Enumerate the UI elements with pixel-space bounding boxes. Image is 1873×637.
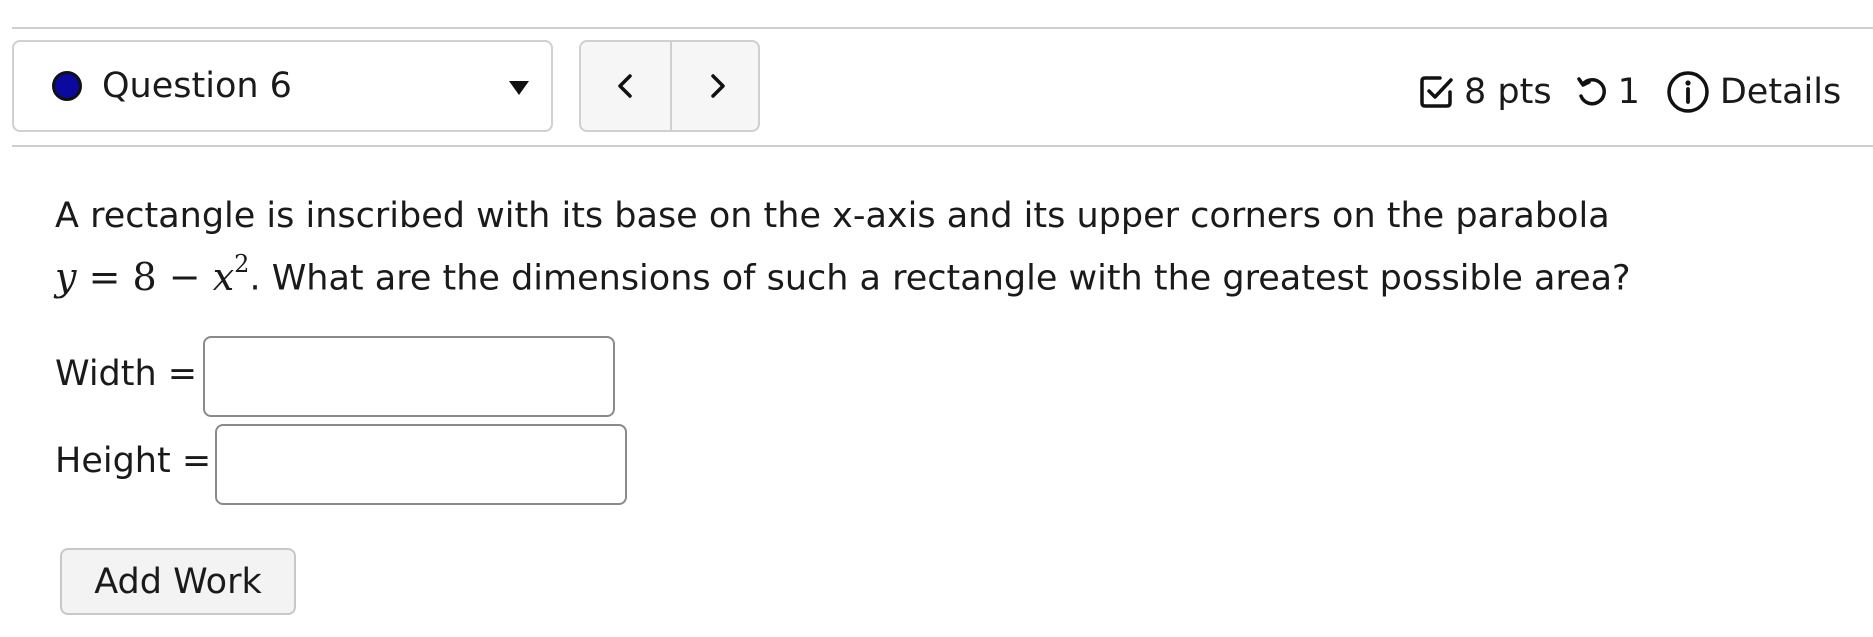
equation-exponent: 2 <box>234 250 250 278</box>
height-input[interactable] <box>215 424 627 505</box>
top-divider <box>12 27 1873 29</box>
prompt-line-1: A rectangle is inscribed with its base o… <box>55 196 1610 236</box>
question-selector[interactable]: Question 6 <box>12 40 553 132</box>
add-work-button[interactable]: Add Work <box>60 548 296 615</box>
details-link[interactable]: Details <box>1666 70 1841 114</box>
prompt-line-2-text: . What are the dimensions of such a rect… <box>249 258 1631 299</box>
header-divider <box>12 145 1873 147</box>
question-selector-label: Question 6 <box>102 66 292 106</box>
question-nav-buttons <box>579 40 760 132</box>
question-prompt: A rectangle is inscribed with its base o… <box>55 190 1815 305</box>
points-value: 8 pts <box>1464 72 1552 112</box>
prompt-line-2: y = 8 − x2. What are the dimensions of s… <box>55 242 1815 305</box>
width-input[interactable] <box>203 336 615 417</box>
width-label: Width = <box>55 354 198 394</box>
details-label: Details <box>1719 72 1842 112</box>
equation-equals: = <box>88 254 121 299</box>
chevron-right-icon <box>710 74 725 98</box>
question-status-dot <box>52 71 82 101</box>
caret-down-icon <box>509 81 529 95</box>
retry-icon <box>1574 74 1610 110</box>
info-icon <box>1666 70 1710 114</box>
attempts-value: 1 <box>1617 72 1640 112</box>
equation-constant: 8 <box>132 254 157 299</box>
question-meta: 8 pts 1 Details <box>1418 64 1841 120</box>
equation-lhs: y <box>55 254 77 299</box>
equation-variable: x <box>212 254 235 299</box>
checkbox-icon <box>1418 74 1454 110</box>
next-question-button[interactable] <box>672 42 758 130</box>
chevron-left-icon <box>617 74 632 98</box>
previous-question-button[interactable] <box>581 42 672 130</box>
parabola-equation: y = 8 − x2 <box>55 250 249 299</box>
height-label: Height = <box>55 441 212 481</box>
equation-minus: − <box>168 254 201 299</box>
